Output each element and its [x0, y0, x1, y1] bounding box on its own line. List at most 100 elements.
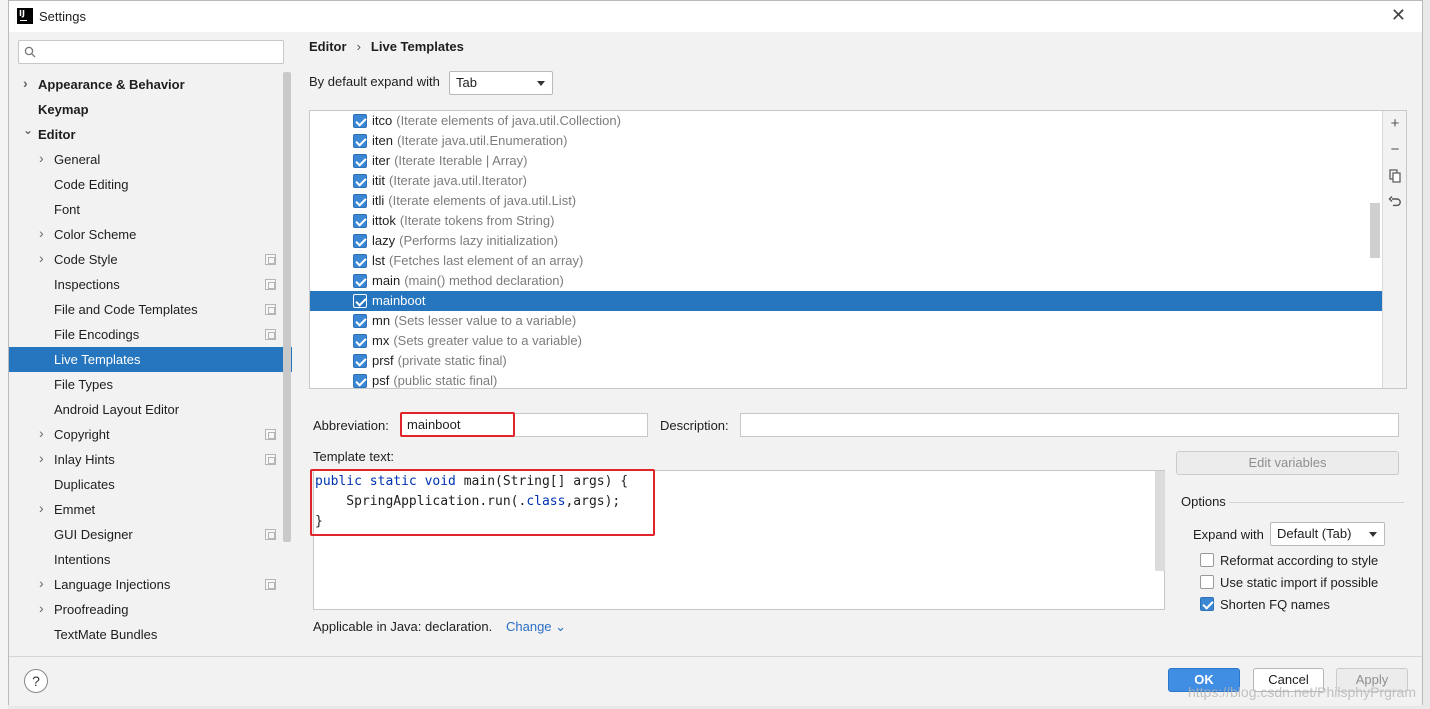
project-scope-icon: [265, 329, 276, 340]
sidebar-item[interactable]: ⌄ Editor: [9, 122, 292, 147]
sidebar-item[interactable]: › Appearance & Behavior: [9, 72, 292, 97]
sidebar-item[interactable]: › Code Style: [9, 247, 292, 272]
template-row[interactable]: itit (Iterate java.util.Iterator): [310, 171, 1382, 191]
revert-icon[interactable]: [1388, 195, 1402, 209]
chevron-right-icon[interactable]: ›: [39, 446, 44, 471]
template-checkbox[interactable]: [353, 154, 367, 168]
template-row[interactable]: itli (Iterate elements of java.util.List): [310, 191, 1382, 211]
add-icon[interactable]: +: [1388, 116, 1402, 131]
remove-icon[interactable]: −: [1388, 142, 1402, 157]
sidebar-item[interactable]: GUI Designer: [9, 522, 292, 547]
change-context-link[interactable]: Change ⌄: [506, 619, 566, 635]
chevron-right-icon[interactable]: ›: [39, 221, 44, 246]
sidebar-item[interactable]: Intentions: [9, 547, 292, 572]
sidebar-item[interactable]: Android Layout Editor: [9, 397, 292, 422]
template-row[interactable]: mn (Sets lesser value to a variable): [310, 311, 1382, 331]
sidebar-item[interactable]: › Inlay Hints: [9, 447, 292, 472]
template-abbreviation: itco: [372, 113, 393, 128]
sidebar-item-label: Copyright: [54, 427, 110, 442]
background-window-strip: [0, 0, 8, 709]
chevron-right-icon[interactable]: ›: [39, 496, 44, 521]
template-abbreviation: mainboot: [372, 293, 426, 308]
template-checkbox[interactable]: [353, 114, 367, 128]
chevron-right-icon[interactable]: ›: [39, 421, 44, 446]
sidebar-item[interactable]: › Emmet: [9, 497, 292, 522]
static-import-checkbox[interactable]: [1200, 575, 1214, 589]
template-checkbox[interactable]: [353, 374, 367, 388]
template-checkbox[interactable]: [353, 174, 367, 188]
sidebar-item[interactable]: › General: [9, 147, 292, 172]
edit-variables-button[interactable]: Edit variables: [1176, 451, 1399, 475]
expand-with-select[interactable]: Tab: [449, 71, 553, 95]
sidebar-item[interactable]: › Color Scheme: [9, 222, 292, 247]
expand-with-value: Tab: [456, 75, 477, 90]
template-row[interactable]: psf (public static final): [310, 371, 1382, 388]
template-checkbox[interactable]: [353, 254, 367, 268]
reformat-checkbox[interactable]: [1200, 553, 1214, 567]
template-name: iten (Iterate java.util.Enumeration): [372, 131, 568, 151]
templates-list-scrollbar[interactable]: [1370, 203, 1380, 258]
sidebar-item[interactable]: Inspections: [9, 272, 292, 297]
sidebar-item-label: Language Injections: [54, 577, 171, 592]
chevron-right-icon[interactable]: ›: [39, 246, 44, 271]
options-expand-with-select[interactable]: Default (Tab): [1270, 522, 1385, 546]
sidebar-item-label: Code Editing: [54, 177, 129, 192]
template-abbreviation: lst: [372, 253, 385, 268]
sidebar-item[interactable]: Font: [9, 197, 292, 222]
sidebar-item[interactable]: File and Code Templates: [9, 297, 292, 322]
template-row[interactable]: prsf (private static final): [310, 351, 1382, 371]
template-row[interactable]: ittok (Iterate tokens from String): [310, 211, 1382, 231]
chevron-right-icon[interactable]: ›: [39, 596, 44, 621]
template-checkbox[interactable]: [353, 214, 367, 228]
description-input[interactable]: [740, 413, 1399, 437]
template-row[interactable]: mainboot: [310, 291, 1382, 311]
template-checkbox[interactable]: [353, 334, 367, 348]
template-name: itli (Iterate elements of java.util.List): [372, 191, 576, 211]
sidebar-item[interactable]: › Language Injections: [9, 572, 292, 597]
template-checkbox[interactable]: [353, 234, 367, 248]
template-name: ittok (Iterate tokens from String): [372, 211, 554, 231]
template-checkbox[interactable]: [353, 314, 367, 328]
template-row[interactable]: lst (Fetches last element of an array): [310, 251, 1382, 271]
search-input[interactable]: [18, 40, 284, 64]
template-row[interactable]: lazy (Performs lazy initialization): [310, 231, 1382, 251]
editor-scrollbar[interactable]: [1155, 471, 1165, 571]
breadcrumb-parent[interactable]: Editor: [309, 39, 347, 54]
template-checkbox[interactable]: [353, 294, 367, 308]
template-name: iter (Iterate Iterable | Array): [372, 151, 528, 171]
template-checkbox[interactable]: [353, 194, 367, 208]
template-row[interactable]: iter (Iterate Iterable | Array): [310, 151, 1382, 171]
sidebar-item[interactable]: TextMate Bundles: [9, 622, 292, 647]
template-name: itit (Iterate java.util.Iterator): [372, 171, 527, 191]
sidebar-scrollbar[interactable]: [283, 72, 291, 542]
template-description: (Performs lazy initialization): [399, 233, 559, 248]
sidebar-item[interactable]: › Proofreading: [9, 597, 292, 622]
sidebar-item[interactable]: › Copyright: [9, 422, 292, 447]
sidebar-item[interactable]: Keymap: [9, 97, 292, 122]
help-button[interactable]: ?: [24, 669, 48, 693]
template-checkbox[interactable]: [353, 354, 367, 368]
sidebar-item[interactable]: Live Templates: [9, 347, 292, 372]
template-name: itco (Iterate elements of java.util.Colle…: [372, 111, 621, 131]
template-row[interactable]: iten (Iterate java.util.Enumeration): [310, 131, 1382, 151]
template-row[interactable]: mx (Sets greater value to a variable): [310, 331, 1382, 351]
template-row[interactable]: itco (Iterate elements of java.util.Colle…: [310, 111, 1382, 131]
chevron-right-icon[interactable]: ›: [23, 71, 28, 96]
chevron-right-icon[interactable]: ›: [39, 571, 44, 596]
chevron-down-icon[interactable]: ⌄: [23, 118, 33, 143]
template-name: mn (Sets lesser value to a variable): [372, 311, 576, 331]
template-checkbox[interactable]: [353, 274, 367, 288]
abbreviation-highlight: [400, 412, 515, 437]
copy-icon[interactable]: [1388, 169, 1402, 183]
sidebar-item[interactable]: Duplicates: [9, 472, 292, 497]
sidebar-item[interactable]: File Types: [9, 372, 292, 397]
shorten-fq-checkbox[interactable]: [1200, 597, 1214, 611]
sidebar-item[interactable]: Code Editing: [9, 172, 292, 197]
template-checkbox[interactable]: [353, 134, 367, 148]
applicable-context: Applicable in Java: declaration.: [313, 619, 493, 634]
close-icon[interactable]: ✕: [1391, 5, 1406, 26]
intellij-app-icon: IJ: [17, 8, 33, 24]
chevron-right-icon[interactable]: ›: [39, 146, 44, 171]
template-row[interactable]: main (main() method declaration): [310, 271, 1382, 291]
sidebar-item[interactable]: File Encodings: [9, 322, 292, 347]
